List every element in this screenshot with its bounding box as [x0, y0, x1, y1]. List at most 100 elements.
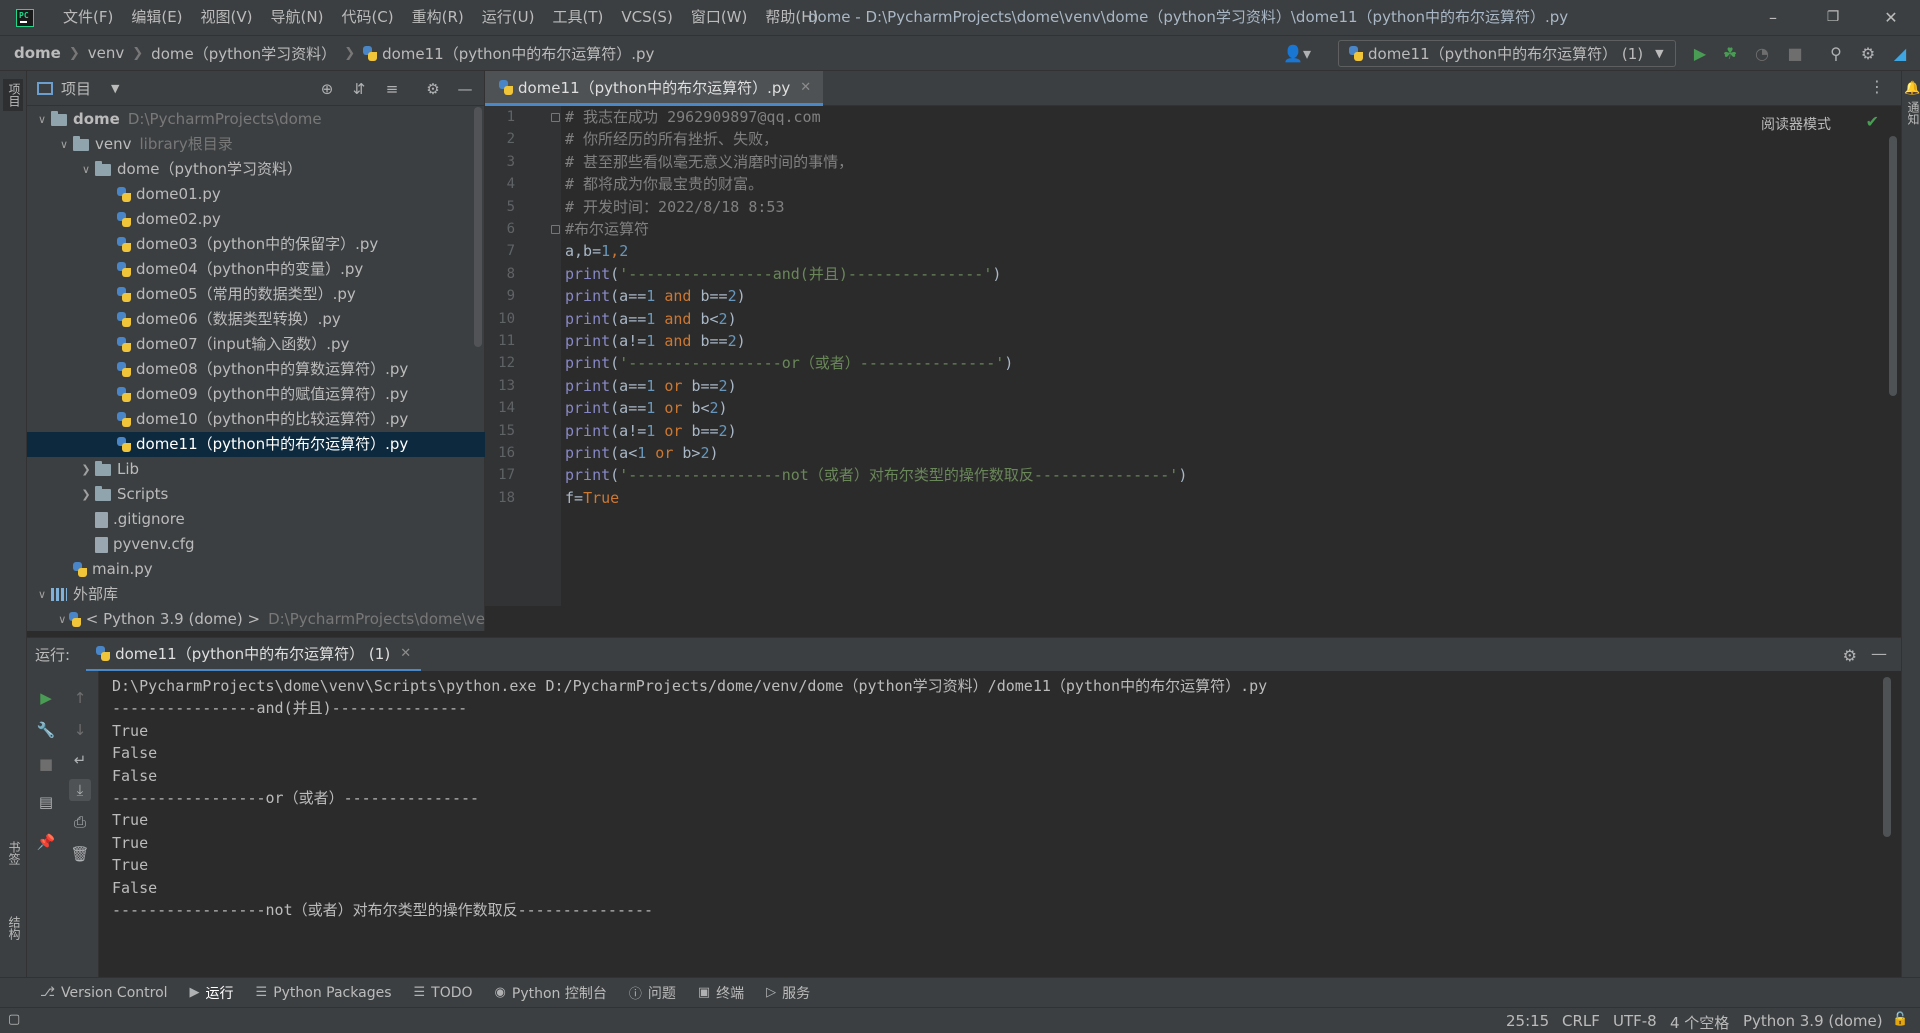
chevron-down-icon[interactable]: ∨: [55, 607, 69, 627]
debug-icon[interactable]: ☘: [1720, 44, 1740, 64]
chevron-down-icon[interactable]: ∨: [77, 157, 95, 182]
breadcrumb-item[interactable]: dome: [14, 44, 61, 62]
editor-tab[interactable]: dome11（python中的布尔运算符）.py ✕: [485, 71, 824, 106]
breadcrumb-item[interactable]: venv: [88, 44, 125, 62]
tree-item[interactable]: ❯ Scripts: [27, 482, 485, 507]
tree-item[interactable]: dome06（数据类型转换）.py: [27, 307, 485, 332]
menu-refactor[interactable]: 重构(R): [403, 0, 473, 35]
reader-mode-toggle[interactable]: 阅读器模式: [1761, 114, 1831, 134]
menu-view[interactable]: 视图(V): [192, 0, 262, 35]
run-configuration-select[interactable]: dome11（python中的布尔运算符） (1) ▼: [1338, 40, 1676, 67]
notifications-tool-tab[interactable]: 通知: [1902, 101, 1920, 125]
tree-item[interactable]: ∨ < Python 3.9 (dome) > D:\PycharmProjects…: [27, 607, 485, 627]
code-editor[interactable]: 1 2 3 4 5 6 7 8 9 10 11 12 13 14 15 16 17 18 # 我志在成功 2962…: [485, 106, 1901, 606]
stop-icon[interactable]: ■: [1785, 44, 1805, 64]
close-window-icon[interactable]: ✕: [1868, 0, 1914, 35]
jetbrains-toolbox-icon[interactable]: ◢: [1890, 44, 1910, 64]
arrow-down-icon[interactable]: ↓: [69, 719, 91, 741]
file-encoding[interactable]: UTF-8: [1613, 1012, 1657, 1030]
search-icon[interactable]: ⚲: [1826, 44, 1846, 64]
close-tab-icon[interactable]: ✕: [400, 646, 411, 661]
hide-panel-icon[interactable]: —: [1871, 644, 1887, 663]
settings-icon[interactable]: ⚙: [1858, 44, 1878, 64]
tool-window-tab[interactable]: ⎇ Version Control: [40, 985, 168, 1001]
check-icon[interactable]: ✔: [1866, 112, 1879, 131]
rerun-icon[interactable]: ▶: [35, 687, 57, 709]
pin-icon[interactable]: 📌: [35, 831, 57, 853]
user-icon[interactable]: 👤▾: [1280, 44, 1314, 64]
tree-item[interactable]: dome08（python中的算数运算符）.py: [27, 357, 485, 382]
chevron-down-icon[interactable]: ∨: [33, 582, 51, 607]
tree-item[interactable]: .gitignore: [27, 507, 485, 532]
tree-item[interactable]: pyvenv.cfg: [27, 532, 485, 557]
tree-item[interactable]: dome10（python中的比较运算符）.py: [27, 407, 485, 432]
fold-icon[interactable]: [551, 225, 560, 234]
menu-edit[interactable]: 编辑(E): [122, 0, 191, 35]
tool-window-tab[interactable]: ☰ Python Packages: [256, 985, 392, 1001]
run-tab[interactable]: dome11（python中的布尔运算符） (1) ✕: [86, 638, 422, 672]
breadcrumb-item[interactable]: dome（python学习资料）: [151, 43, 336, 64]
menu-navigate[interactable]: 导航(N): [262, 0, 333, 35]
tool-window-tab[interactable]: ▷ 服务: [766, 983, 810, 1003]
console-scrollbar[interactable]: [1883, 677, 1891, 837]
tree-item[interactable]: ❯ Lib: [27, 457, 485, 482]
tree-item[interactable]: dome03（python中的保留字）.py: [27, 232, 485, 257]
caret-position[interactable]: 25:15: [1506, 1012, 1549, 1030]
menu-vcs[interactable]: VCS(S): [612, 0, 681, 35]
run-console[interactable]: D:\PycharmProjects\dome\venv\Scripts\pyt…: [99, 671, 1901, 977]
tree-item[interactable]: dome05（常用的数据类型）.py: [27, 282, 485, 307]
hide-panel-icon[interactable]: —: [455, 79, 475, 99]
soft-wrap-icon[interactable]: ↵: [69, 749, 91, 771]
menu-file[interactable]: 文件(F): [54, 0, 122, 35]
project-view-selector[interactable]: 项目 ▼: [37, 78, 119, 99]
editor-scrollbar[interactable]: [1889, 136, 1897, 396]
tree-item[interactable]: main.py: [27, 557, 485, 582]
lock-icon[interactable]: 🔓: [1892, 1012, 1908, 1027]
coverage-icon[interactable]: ◔: [1752, 44, 1772, 64]
layout-icon[interactable]: ▤: [35, 791, 57, 813]
chevron-right-icon[interactable]: ❯: [77, 457, 95, 482]
wrench-icon[interactable]: 🔧: [35, 719, 57, 741]
tree-item[interactable]: dome02.py: [27, 207, 485, 232]
restore-icon[interactable]: ❐: [1810, 0, 1856, 35]
expand-all-icon[interactable]: ⇵: [349, 79, 369, 99]
settings-icon[interactable]: ⚙: [1843, 646, 1857, 665]
collapse-all-icon[interactable]: ≡: [382, 79, 402, 99]
menu-window[interactable]: 窗口(W): [682, 0, 757, 35]
tool-window-tab[interactable]: ▣ 终端: [698, 983, 744, 1003]
chevron-down-icon[interactable]: ∨: [55, 132, 73, 157]
project-tree-scrollbar[interactable]: [474, 107, 482, 347]
menu-code[interactable]: 代码(C): [332, 0, 402, 35]
tree-item[interactable]: dome07（input输入函数）.py: [27, 332, 485, 357]
chevron-right-icon[interactable]: ❯: [77, 482, 95, 507]
tree-item[interactable]: dome04（python中的变量）.py: [27, 257, 485, 282]
tree-item[interactable]: dome01.py: [27, 182, 485, 207]
settings-icon[interactable]: ⚙: [423, 79, 443, 99]
structure-tool-tab[interactable]: 结构: [3, 916, 23, 940]
toggle-tool-windows-icon[interactable]: ▢: [8, 1012, 20, 1027]
locate-icon[interactable]: ⊕: [317, 79, 337, 99]
project-tool-tab[interactable]: 项目: [3, 79, 23, 111]
more-options-icon[interactable]: ⋮: [1869, 77, 1885, 96]
tool-window-tab[interactable]: ☰ TODO: [414, 985, 473, 1001]
chevron-down-icon[interactable]: ∨: [33, 107, 51, 132]
breadcrumb-item[interactable]: dome11（python中的布尔运算符）.py: [363, 43, 654, 64]
indent-setting[interactable]: 4 个空格: [1670, 1012, 1729, 1033]
tool-window-tab[interactable]: ⓘ 问题: [629, 983, 676, 1003]
tool-window-tab[interactable]: ◉ Python 控制台: [495, 983, 607, 1003]
tree-item[interactable]: dome11（python中的布尔运算符）.py: [27, 432, 485, 457]
bookmarks-tool-tab[interactable]: 书签: [3, 841, 23, 865]
bell-icon[interactable]: 🔔: [1904, 81, 1920, 96]
menu-tools[interactable]: 工具(T): [543, 0, 612, 35]
tree-item[interactable]: ∨ dome D:\PycharmProjects\dome: [27, 107, 485, 132]
trash-icon[interactable]: 🗑: [69, 843, 91, 865]
arrow-up-icon[interactable]: ↑: [69, 687, 91, 709]
tool-window-tab[interactable]: ▶ 运行: [190, 983, 234, 1003]
line-separator[interactable]: CRLF: [1562, 1012, 1600, 1030]
print-icon[interactable]: ⎙: [69, 811, 91, 833]
tree-item[interactable]: ∨ dome（python学习资料）: [27, 157, 485, 182]
tree-item[interactable]: ∨ 外部库: [27, 582, 485, 607]
stop-icon[interactable]: ■: [35, 753, 57, 775]
scroll-to-end-icon[interactable]: ⤓: [69, 779, 91, 801]
minimize-icon[interactable]: –: [1750, 0, 1796, 35]
